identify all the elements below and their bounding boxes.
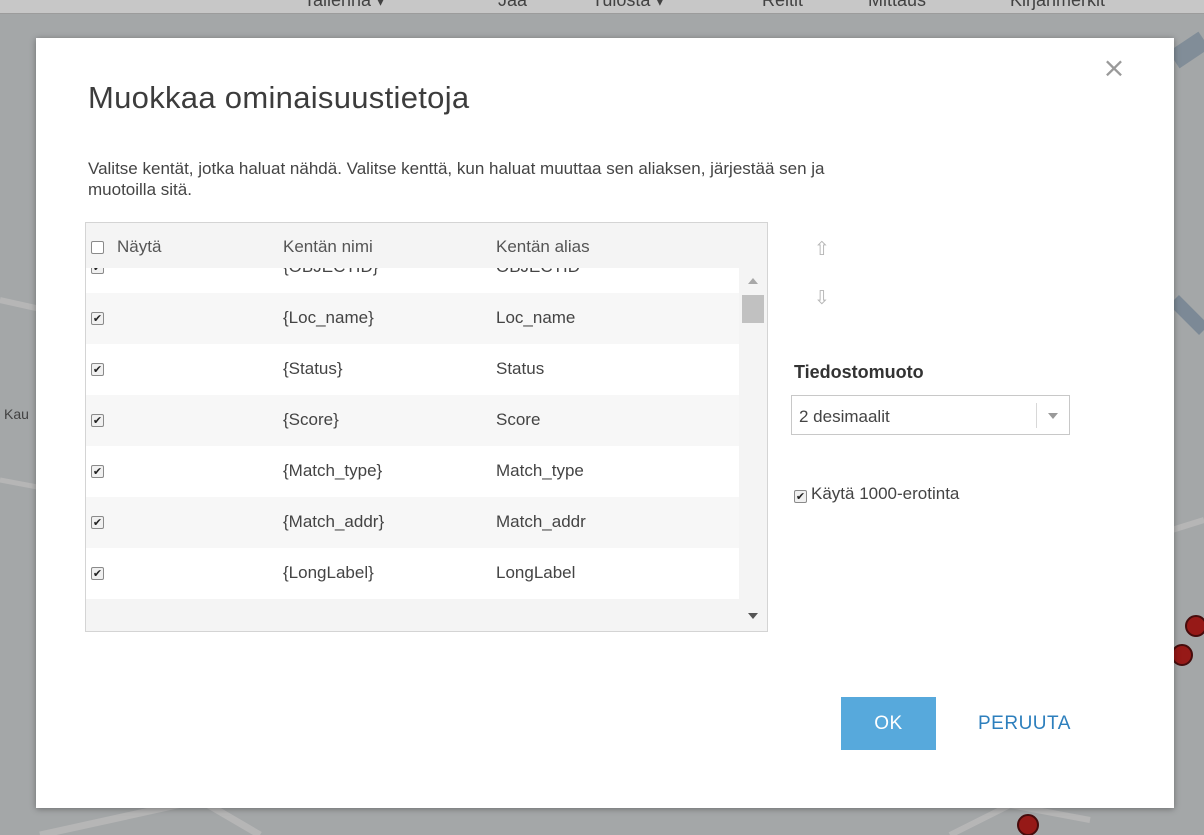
table-row[interactable]: ✔ {Match_addr} Match_addr [86, 497, 739, 548]
field-alias: LongLabel [496, 563, 576, 582]
field-name: {Match_addr} [283, 512, 385, 531]
header-show: Näytä [117, 237, 162, 256]
select-all-checkbox[interactable] [91, 241, 104, 254]
format-label: Tiedostomuoto [794, 362, 924, 382]
table-body: ✔ {OBJECTID} OBJECTID ✔ {Loc_name} Loc_name ✔ {… [86, 268, 767, 623]
scroll-up-icon[interactable] [748, 278, 758, 284]
table-header: Näytä Kentän nimi Kentän alias [86, 223, 767, 268]
header-field-name[interactable]: Kentän nimi [283, 237, 373, 257]
ok-button[interactable]: OK [841, 697, 936, 750]
field-table: Näytä Kentän nimi Kentän alias ✔ {OBJECTI… [85, 222, 768, 632]
table-scrollbar[interactable] [739, 268, 767, 623]
close-icon[interactable]: × [1101, 54, 1127, 82]
thousands-separator-label: Käytä 1000-erotinta [811, 484, 960, 503]
format-selected-value: 2 desimaalit [799, 407, 890, 426]
header-field-alias[interactable]: Kentän alias [496, 237, 590, 257]
field-alias: Match_type [496, 461, 584, 480]
show-field-checkbox[interactable]: ✔ [91, 516, 104, 529]
show-field-checkbox[interactable]: ✔ [91, 268, 104, 274]
field-alias: OBJECTID [496, 268, 580, 277]
thousands-separator-option[interactable]: ✔ Käytä 1000-erotinta [794, 484, 959, 504]
scroll-thumb[interactable] [742, 295, 764, 323]
show-field-checkbox[interactable]: ✔ [91, 363, 104, 376]
field-name: {Loc_name} [283, 308, 374, 327]
field-alias: Status [496, 359, 545, 378]
show-field-checkbox[interactable]: ✔ [91, 465, 104, 478]
dialog-title: Muokkaa ominaisuustietoja [88, 80, 470, 115]
format-select[interactable]: 2 desimaalit [791, 395, 1070, 435]
field-name: {Match_type} [283, 461, 383, 480]
select-divider [1036, 403, 1037, 428]
field-alias: Match_addr [496, 512, 586, 531]
table-row[interactable]: ✔ {LongLabel} LongLabel [86, 548, 739, 599]
thousands-separator-checkbox[interactable]: ✔ [794, 490, 807, 503]
field-name: {LongLabel} [283, 563, 374, 582]
table-row[interactable]: ✔ {Status} Status [86, 344, 739, 395]
table-row[interactable]: ✔ {OBJECTID} OBJECTID [86, 268, 739, 293]
show-field-checkbox[interactable]: ✔ [91, 414, 104, 427]
arrow-up-icon[interactable]: ⇧ [811, 236, 833, 262]
field-name: {Score} [283, 410, 339, 429]
show-field-checkbox[interactable]: ✔ [91, 312, 104, 325]
show-field-checkbox[interactable]: ✔ [91, 567, 104, 580]
field-name: {Status} [283, 359, 343, 378]
field-name: {OBJECTID} [283, 268, 378, 277]
field-alias: Loc_name [496, 308, 576, 327]
field-alias: Score [496, 410, 541, 429]
dialog-description: Valitse kentät, jotka haluat nähdä. Vali… [88, 159, 825, 199]
cancel-button[interactable]: PERUUTA [964, 697, 1104, 750]
table-row[interactable]: ✔ {Score} Score [86, 395, 739, 446]
table-row[interactable]: ✔ {Match_type} Match_type [86, 446, 739, 497]
chevron-down-icon[interactable] [1048, 413, 1058, 419]
table-row[interactable]: ✔ {Loc_name} Loc_name [86, 293, 739, 344]
arrow-down-icon[interactable]: ⇩ [811, 285, 833, 311]
scroll-down-icon[interactable] [748, 613, 758, 619]
